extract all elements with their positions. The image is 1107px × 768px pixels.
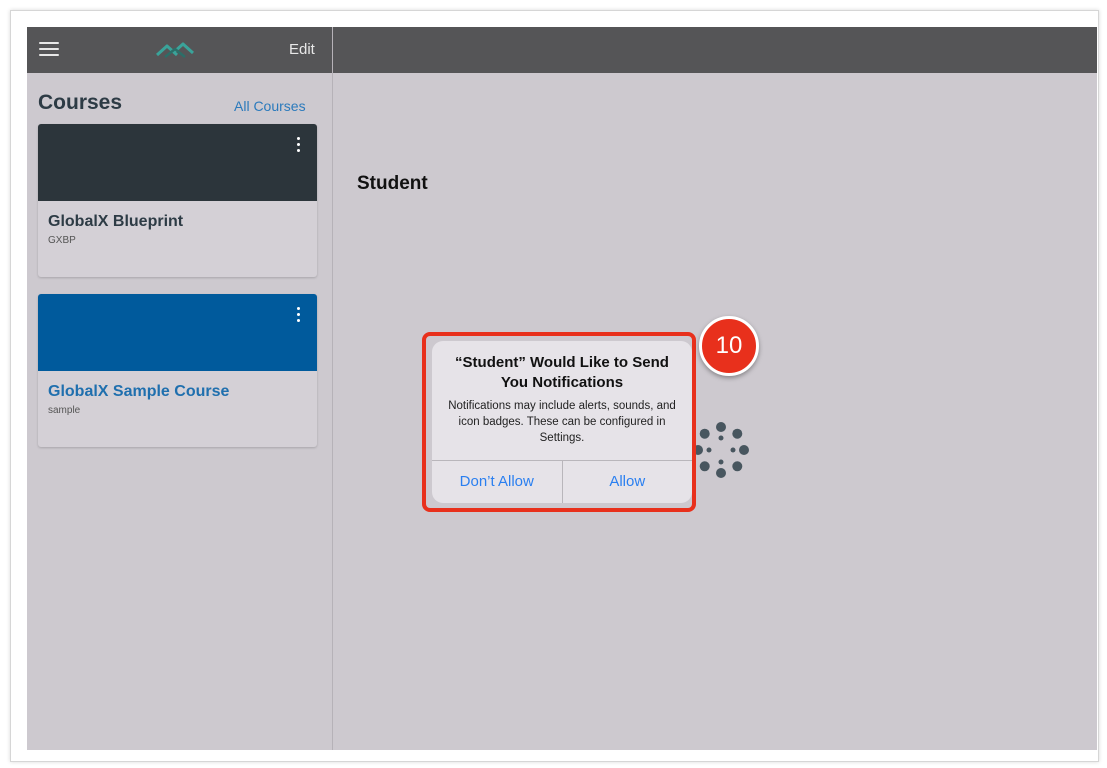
annotation-highlight-box: [422, 332, 696, 512]
more-options-icon[interactable]: [297, 137, 301, 155]
app-screen: Edit Courses All Courses GlobalX Bluepri…: [27, 27, 1097, 750]
split-view-divider: [332, 27, 333, 750]
course-name: GlobalX Sample Course: [48, 383, 230, 400]
course-card-color: [38, 294, 317, 371]
step-number-badge: 10: [699, 316, 759, 376]
course-card-globalx-sample-course[interactable]: GlobalX Sample Course sample: [38, 294, 317, 447]
course-code: GXBP: [48, 235, 76, 246]
course-code: sample: [48, 405, 81, 416]
more-options-icon[interactable]: [297, 307, 301, 325]
canvas-logo-icon: [155, 42, 195, 58]
course-card-globalx-blueprint[interactable]: GlobalX Blueprint GXBP: [38, 124, 317, 277]
top-bar: Edit: [27, 27, 1097, 73]
course-card-color: [38, 124, 317, 201]
hamburger-menu-icon[interactable]: [39, 42, 59, 58]
page-title: Student: [357, 173, 428, 194]
courses-heading: Courses: [38, 91, 123, 114]
course-name: GlobalX Blueprint: [48, 213, 184, 230]
edit-button[interactable]: Edit: [289, 41, 315, 58]
all-courses-link[interactable]: All Courses: [234, 98, 306, 114]
canvas-spinner-icon: [693, 422, 749, 478]
screenshot-frame: Edit Courses All Courses GlobalX Bluepri…: [10, 10, 1099, 762]
